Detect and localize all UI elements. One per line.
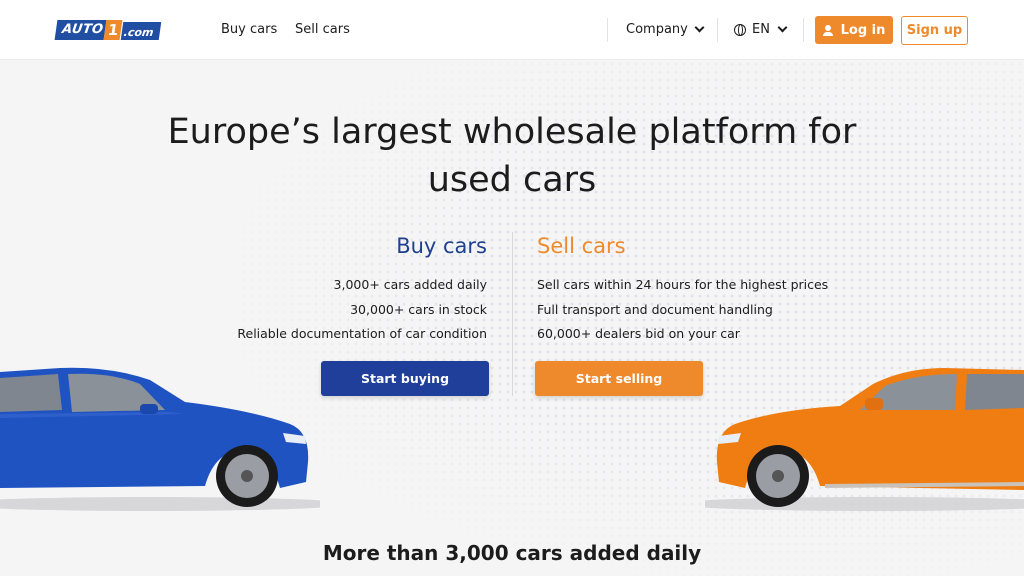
- start-selling-button[interactable]: Start selling: [535, 361, 703, 396]
- hero-title-line2: used cars: [427, 160, 597, 200]
- buy-feature: 3,000+ cars added daily: [333, 277, 487, 292]
- cars-added-daily-heading: More than 3,000 cars added daily: [322, 541, 702, 565]
- car-shadow: [705, 497, 1024, 511]
- car-mirror: [865, 398, 883, 410]
- site-header: AUTO 1 .com Buy cars Sell cars Company E…: [0, 0, 1024, 60]
- sell-feature: 60,000+ dealers bid on your car: [537, 326, 740, 341]
- section-divider: [512, 232, 513, 396]
- car-hub: [241, 470, 253, 482]
- sell-cars-title: Sell cars: [537, 234, 626, 258]
- login-button[interactable]: Log in: [815, 16, 893, 44]
- orange-car-image: [705, 368, 1024, 511]
- user-icon: [822, 24, 833, 36]
- sell-cars-section: Sell cars Sell cars within 24 hours for …: [537, 232, 828, 347]
- blue-car-image: [0, 367, 320, 511]
- company-label: Company: [626, 22, 688, 37]
- nav-sell-cars[interactable]: Sell cars: [295, 22, 350, 37]
- header-divider: [717, 18, 718, 42]
- globe-icon: [734, 23, 746, 36]
- language-dropdown[interactable]: EN: [734, 22, 788, 37]
- auto1-logo[interactable]: AUTO 1 .com: [54, 20, 161, 40]
- chevron-down-icon: [777, 22, 788, 33]
- header-divider: [607, 18, 608, 42]
- chevron-down-icon: [694, 22, 705, 33]
- company-dropdown[interactable]: Company: [626, 22, 705, 37]
- buy-cars-section: Buy cars 3,000+ cars added daily 30,000+…: [237, 232, 487, 347]
- car-window: [965, 374, 1024, 410]
- logo-auto: AUTO: [54, 20, 107, 40]
- nav-buy-cars[interactable]: Buy cars: [221, 22, 277, 37]
- start-buying-button[interactable]: Start buying: [321, 361, 489, 396]
- car-shadow: [0, 497, 320, 511]
- car-mirror: [140, 404, 158, 414]
- buy-cars-title: Buy cars: [396, 234, 487, 258]
- hero-title: Europe’s largest wholesale platform for …: [0, 108, 1024, 204]
- buy-feature: 30,000+ cars in stock: [350, 301, 487, 317]
- signup-button[interactable]: Sign up: [901, 16, 968, 45]
- sell-feature: Sell cars within 24 hours for the highes…: [537, 277, 829, 292]
- logo-com: .com: [120, 22, 161, 40]
- buy-feature: Reliable documentation of car condition: [237, 326, 487, 341]
- header-divider: [803, 18, 804, 42]
- car-hub: [772, 470, 784, 482]
- hero-title-line1: Europe’s largest wholesale platform for: [167, 112, 857, 152]
- sell-feature: Full transport and document handling: [537, 301, 773, 317]
- language-label: EN: [752, 22, 770, 37]
- login-label: Log in: [840, 22, 886, 38]
- car-window: [0, 374, 62, 412]
